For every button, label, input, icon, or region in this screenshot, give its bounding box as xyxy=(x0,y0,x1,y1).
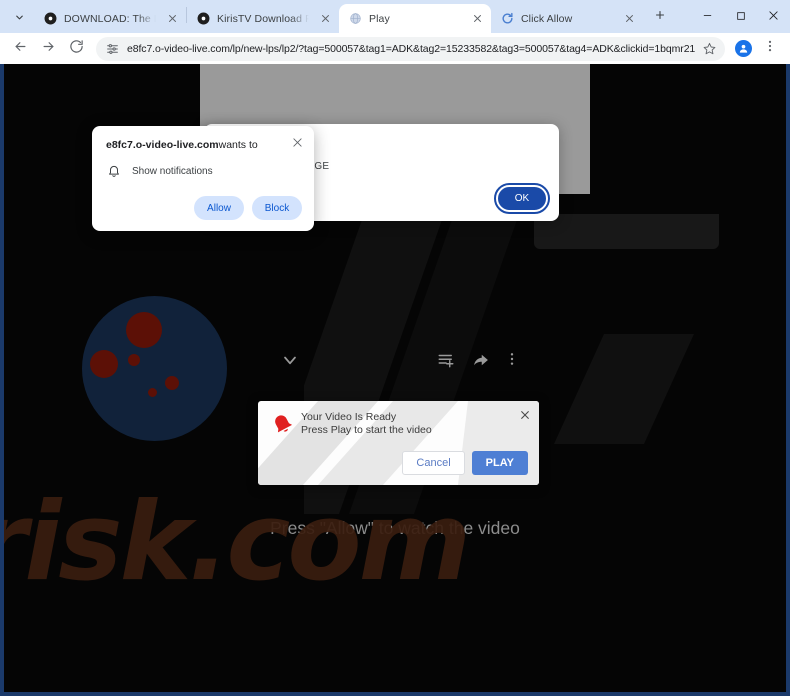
chevron-down-icon xyxy=(14,12,25,23)
dark-circle-icon xyxy=(43,12,57,26)
close-icon xyxy=(292,135,303,153)
chevron-down-icon[interactable] xyxy=(280,350,300,370)
video-dialog-close-button[interactable] xyxy=(519,409,531,421)
tab-click-allow[interactable]: Click Allow xyxy=(491,4,643,33)
permission-row: Show notifications xyxy=(106,163,302,179)
permission-origin: e8fc7.o-video-live.com xyxy=(106,139,219,151)
maximize-button[interactable] xyxy=(724,0,757,33)
thumbnail-dot xyxy=(148,388,157,397)
tab-strip: DOWNLOAD: The Lord of t KirisTV Download… xyxy=(0,0,790,33)
thumbnail-dot xyxy=(90,350,118,378)
video-dialog-line1: Your Video Is Ready xyxy=(301,411,397,423)
refresh-blue-icon xyxy=(500,12,514,26)
red-bell-icon xyxy=(269,411,295,437)
bell-icon xyxy=(106,163,122,179)
globe-icon xyxy=(348,12,362,26)
back-button[interactable] xyxy=(7,36,33,62)
address-bar[interactable]: e8fc7.o-video-live.com/lp/new-lps/lp2/?t… xyxy=(96,36,725,61)
reload-icon xyxy=(69,39,84,59)
tab-kiristv-download-page[interactable]: KirisTV Download Page — xyxy=(187,4,339,33)
forward-arrow-icon xyxy=(41,39,56,59)
browser-menu-button[interactable] xyxy=(757,36,783,62)
tab-title: KirisTV Download Page — xyxy=(217,12,309,25)
close-window-button[interactable] xyxy=(757,0,790,33)
dark-circle-icon xyxy=(196,12,210,26)
video-thumbnail-art xyxy=(82,296,227,441)
toolbar-right-group xyxy=(730,36,784,62)
thumbnail-dot xyxy=(165,376,179,390)
close-icon xyxy=(768,8,779,26)
thumbnail-dot xyxy=(126,312,162,348)
tab-download-lord-of[interactable]: DOWNLOAD: The Lord of t xyxy=(34,4,186,33)
more-options-icon[interactable] xyxy=(504,351,520,367)
thumbnail-dot xyxy=(128,354,140,366)
notification-permission-dialog: e8fc7.o-video-live.com wants to Show not… xyxy=(92,126,314,231)
permission-label: Show notifications xyxy=(132,165,213,177)
tab-close-icon[interactable] xyxy=(164,11,180,27)
video-ready-dialog: Your Video Is Ready Press Play to start … xyxy=(258,401,539,485)
reload-button[interactable] xyxy=(63,36,89,62)
permission-title-suffix: wants to xyxy=(218,139,258,151)
site-settings-icon[interactable] xyxy=(105,42,119,56)
tab-close-icon[interactable] xyxy=(469,11,485,27)
video-dialog-text: Your Video Is Ready Press Play to start … xyxy=(301,411,529,437)
new-tab-button[interactable] xyxy=(647,4,673,30)
tab-title: DOWNLOAD: The Lord of t xyxy=(64,12,156,25)
tab-close-icon[interactable] xyxy=(621,11,637,27)
block-button[interactable]: Block xyxy=(252,196,302,220)
play-button[interactable]: PLAY xyxy=(471,451,528,475)
maximize-icon xyxy=(736,8,746,26)
alert-ok-button[interactable]: OK xyxy=(494,183,550,214)
back-arrow-icon xyxy=(13,39,28,59)
profile-button[interactable] xyxy=(730,36,756,62)
video-dialog-buttons: Cancel PLAY xyxy=(402,451,528,475)
share-icon[interactable] xyxy=(472,351,490,369)
minimize-button[interactable] xyxy=(691,0,724,33)
avatar-icon xyxy=(734,40,752,57)
browser-window: DOWNLOAD: The Lord of t KirisTV Download… xyxy=(0,0,790,696)
watermark-text: risk.com xyxy=(0,480,471,605)
window-controls xyxy=(691,0,790,33)
star-icon[interactable] xyxy=(701,41,717,57)
tab-title: Play xyxy=(369,12,390,25)
call-to-action-text: Press "Allow" to watch the video xyxy=(270,518,520,538)
browser-toolbar: e8fc7.o-video-live.com/lp/new-lps/lp2/?t… xyxy=(0,33,790,64)
tab-title: Click Allow xyxy=(521,12,573,25)
tab-search-button[interactable] xyxy=(6,4,32,30)
forward-button[interactable] xyxy=(35,36,61,62)
permission-buttons: Allow Block xyxy=(194,196,302,220)
video-dialog-line2: Press Play to start the video xyxy=(301,424,432,437)
minimize-icon xyxy=(702,8,713,26)
tab-play[interactable]: Play xyxy=(339,4,491,33)
cancel-button[interactable]: Cancel xyxy=(402,451,465,475)
alert-buttons: OK xyxy=(494,183,550,214)
video-dialog-body: Your Video Is Ready Press Play to start … xyxy=(258,401,539,437)
permission-close-button[interactable] xyxy=(289,136,305,152)
tab-close-icon[interactable] xyxy=(317,11,333,27)
save-to-playlist-icon[interactable] xyxy=(437,351,455,369)
allow-button[interactable]: Allow xyxy=(194,196,244,220)
three-dots-vertical-icon xyxy=(763,39,777,58)
page-viewport: Press "Allow" to watch the video risk.co… xyxy=(0,64,790,696)
player-controls xyxy=(274,350,524,372)
permission-title: e8fc7.o-video-live.com wants to xyxy=(106,139,302,151)
plus-icon xyxy=(654,8,666,26)
address-bar-url: e8fc7.o-video-live.com/lp/new-lps/lp2/?t… xyxy=(127,42,695,55)
